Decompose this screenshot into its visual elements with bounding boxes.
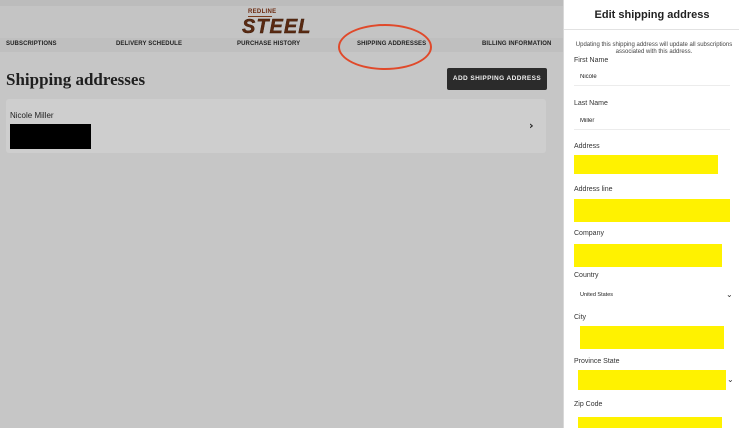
- address-card[interactable]: Nicole Miller ›: [6, 99, 546, 153]
- redacted-address-block: [10, 124, 91, 149]
- chevron-down-icon[interactable]: ⌄: [726, 290, 733, 299]
- annotation-circle: [338, 24, 432, 70]
- first-name-label: First Name: [574, 57, 609, 64]
- province-select[interactable]: [578, 370, 726, 390]
- address-line-label: Address line: [574, 186, 613, 193]
- zip-code-input[interactable]: [578, 417, 722, 428]
- address-label: Address: [574, 143, 600, 150]
- last-name-label: Last Name: [574, 100, 608, 107]
- logo-wordmark: STEEL: [242, 16, 312, 38]
- nav-delivery-schedule[interactable]: DELIVERY SCHEDULE: [116, 41, 182, 47]
- drawer-title: Edit shipping address: [594, 9, 710, 21]
- last-name-input[interactable]: [574, 112, 730, 130]
- drawer-note: Updating this shipping address will upda…: [575, 42, 733, 55]
- add-shipping-address-button[interactable]: ADD SHIPPING ADDRESS: [447, 68, 547, 90]
- company-input[interactable]: [574, 244, 722, 267]
- address-line-input[interactable]: [574, 199, 730, 222]
- logo-tagline: REDLINE: [248, 9, 277, 15]
- country-select[interactable]: United States: [574, 287, 734, 304]
- account-nav: SUBSCRIPTIONS DELIVERY SCHEDULE PURCHASE…: [0, 38, 563, 52]
- nav-purchase-history[interactable]: PURCHASE HISTORY: [237, 41, 300, 47]
- page-title: Shipping addresses: [6, 70, 146, 89]
- country-label: Country: [574, 272, 599, 279]
- drawer-header: Edit shipping address: [564, 0, 739, 30]
- company-label: Company: [574, 230, 604, 237]
- nav-subscriptions[interactable]: SUBSCRIPTIONS: [6, 41, 57, 47]
- country-selected-value: United States: [580, 292, 614, 298]
- chevron-down-icon[interactable]: ⌄: [727, 375, 734, 384]
- nav-billing-information[interactable]: BILLING INFORMATION: [482, 41, 551, 47]
- first-name-input[interactable]: [574, 68, 730, 86]
- site-header: REDLINE STEEL: [0, 6, 563, 38]
- city-label: City: [574, 314, 587, 321]
- edit-address-drawer: Edit shipping address Updating this ship…: [563, 0, 739, 428]
- chevron-right-icon[interactable]: ›: [529, 119, 534, 132]
- brand-logo[interactable]: REDLINE STEEL: [236, 8, 316, 38]
- province-label: Province State: [574, 358, 620, 365]
- address-input[interactable]: [574, 155, 718, 174]
- city-input[interactable]: [580, 326, 724, 349]
- zip-code-label: Zip Code: [574, 401, 603, 408]
- address-card-name: Nicole Miller: [10, 111, 54, 120]
